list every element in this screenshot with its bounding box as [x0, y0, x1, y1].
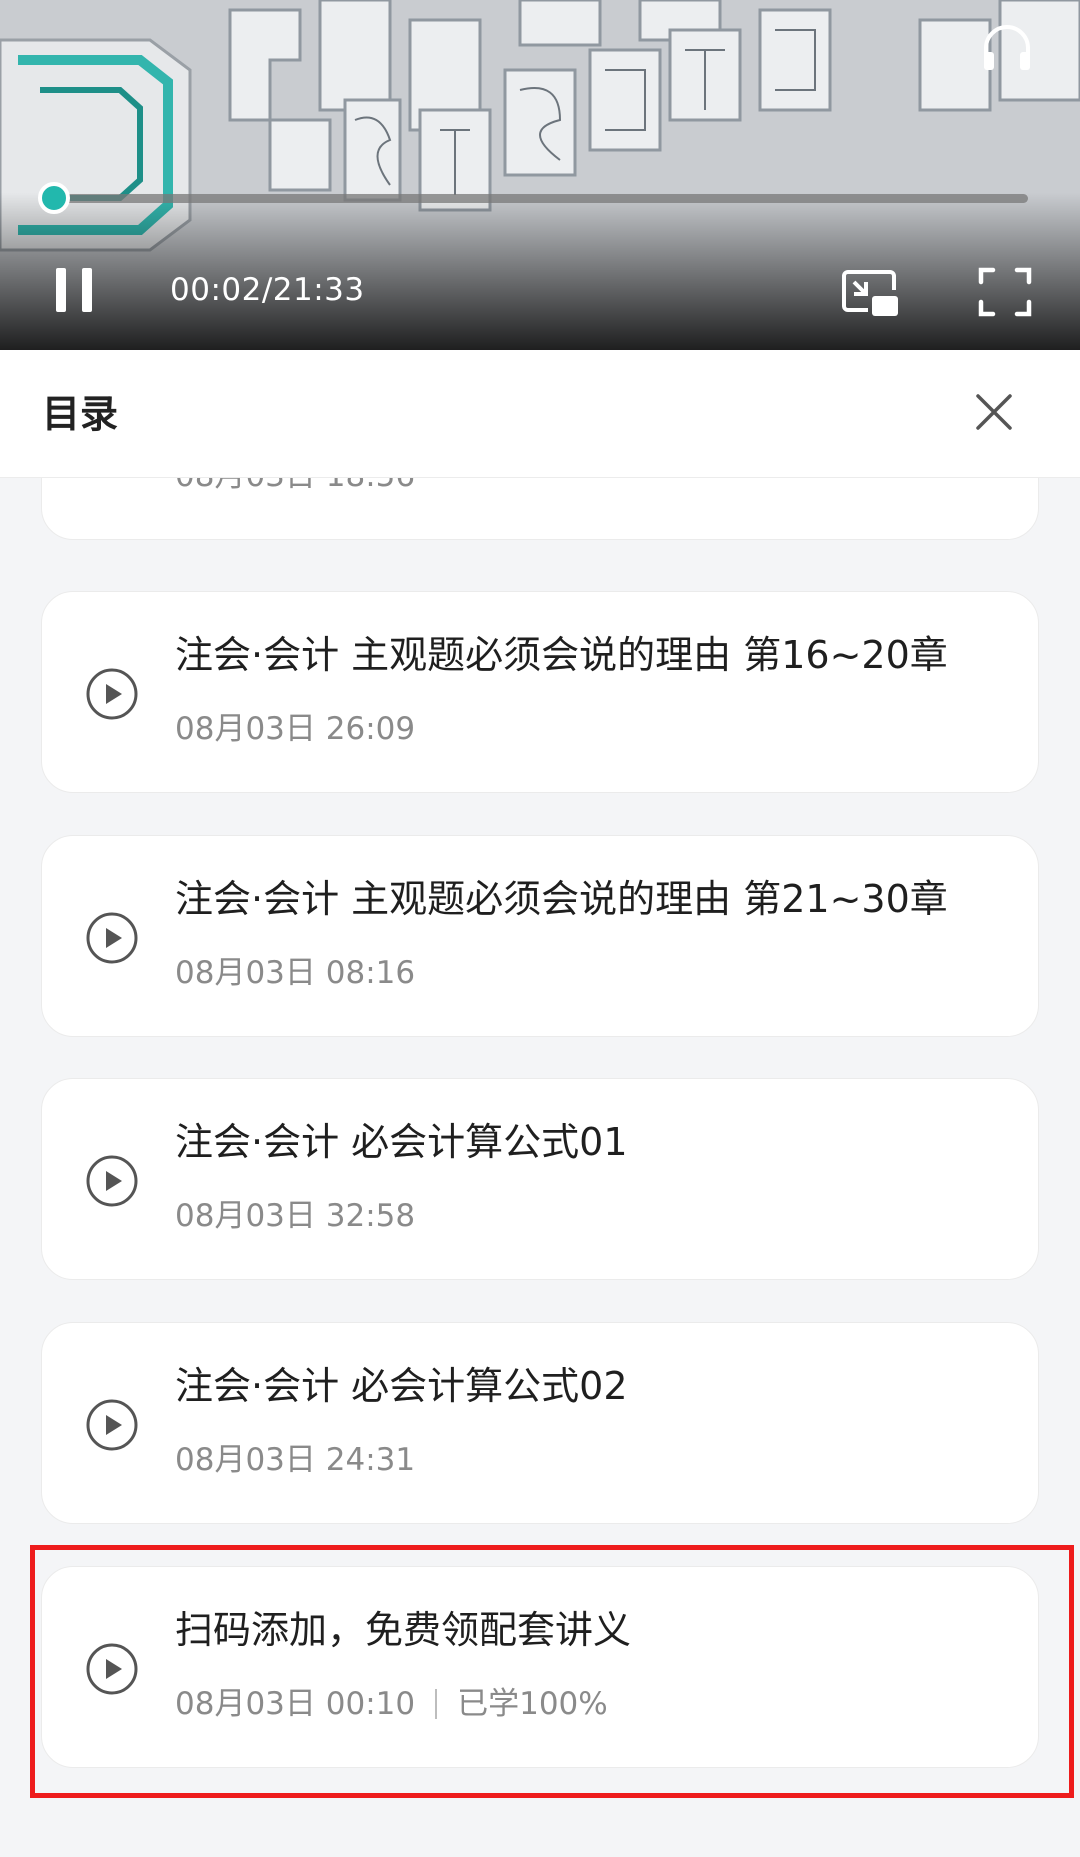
play-icon[interactable]	[86, 912, 138, 964]
lesson-item[interactable]: 注会·会计 必会计算公式01 08月03日 32:58	[41, 1078, 1039, 1280]
lesson-title: 注会·会计 主观题必须会说的理由 第21~30章	[175, 877, 948, 921]
progress-thumb[interactable]	[38, 182, 70, 214]
catalog-header: 目录	[0, 350, 1080, 478]
pause-icon-bar	[82, 268, 92, 312]
time-display: 00:02/21:33	[170, 272, 365, 308]
catalog-title: 目录	[42, 392, 119, 436]
pause-button[interactable]	[44, 262, 104, 322]
lesson-meta: 08月03日 32:58	[175, 1198, 416, 1234]
lesson-title: 注会·会计 主观题必须会说的理由 第16~20章	[175, 633, 948, 677]
lesson-title: 注会·会计 必会计算公式02	[175, 1364, 628, 1408]
meta-divider	[435, 1689, 438, 1719]
play-icon[interactable]	[86, 1155, 138, 1207]
lesson-meta: 08月03日 24:31	[175, 1442, 416, 1478]
play-icon[interactable]	[86, 668, 138, 720]
headphones-icon[interactable]	[978, 18, 1036, 76]
video-frame-image	[0, 0, 1080, 350]
lesson-item[interactable]: 08月03日 18:56	[41, 478, 1039, 540]
lesson-meta: 08月03日 18:56	[175, 478, 415, 496]
play-icon[interactable]	[86, 1643, 138, 1695]
lesson-item[interactable]: 注会·会计 必会计算公式02 08月03日 24:31	[41, 1322, 1039, 1524]
fullscreen-icon[interactable]	[975, 262, 1035, 322]
picture-in-picture-icon[interactable]	[840, 262, 900, 322]
lesson-title: 注会·会计 必会计算公式01	[175, 1120, 628, 1164]
lesson-meta: 08月03日 26:09	[175, 711, 416, 747]
play-icon[interactable]	[86, 1399, 138, 1451]
lesson-item[interactable]: 注会·会计 主观题必须会说的理由 第21~30章 08月03日 08:16	[41, 835, 1039, 1037]
lesson-list[interactable]: 08月03日 18:56 注会·会计 主观题必须会说的理由 第16~20章 08…	[0, 478, 1080, 1857]
lesson-meta: 08月03日 00:10	[175, 1686, 416, 1722]
pause-icon	[56, 268, 66, 312]
lesson-meta-row: 08月03日 00:10 已学100%	[175, 1684, 608, 1724]
lesson-title: 扫码添加，免费领配套讲义	[175, 1608, 632, 1652]
learned-progress: 已学100%	[457, 1686, 608, 1722]
lesson-item[interactable]: 注会·会计 主观题必须会说的理由 第16~20章 08月03日 26:09	[41, 591, 1039, 793]
lesson-meta: 08月03日 08:16	[175, 955, 416, 991]
video-player[interactable]: 00:02/21:33	[0, 0, 1080, 350]
close-icon[interactable]	[970, 388, 1018, 436]
progress-bar[interactable]	[54, 194, 1028, 203]
lesson-item-highlighted[interactable]: 扫码添加，免费领配套讲义 08月03日 00:10 已学100%	[41, 1566, 1039, 1768]
